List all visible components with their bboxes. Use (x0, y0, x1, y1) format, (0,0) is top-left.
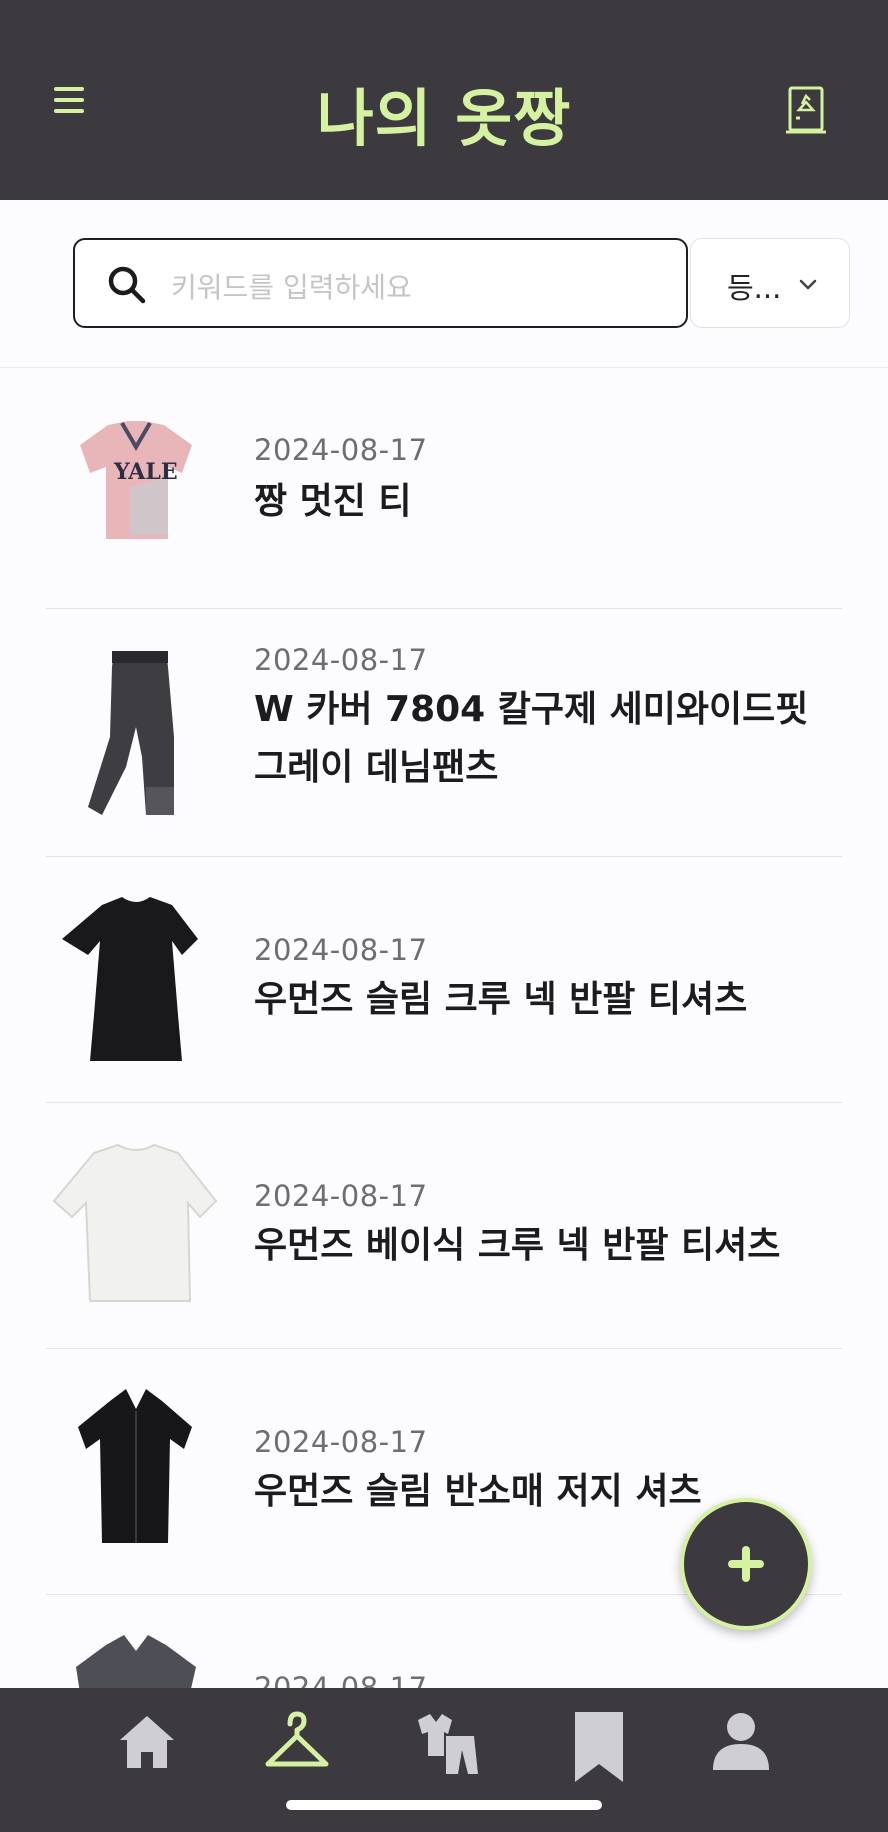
page-title: 나의 옷짱 (316, 82, 572, 155)
home-indicator (286, 1800, 602, 1810)
item-date: 2024-08-17 (254, 1179, 428, 1213)
item-date: 2024-08-17 (254, 1425, 428, 1459)
item-date: 2024-08-17 (254, 933, 428, 967)
profile-icon (713, 1713, 769, 1770)
clothing-thumbnail (50, 647, 222, 819)
bottom-tab-bar (0, 1688, 888, 1832)
bookmark-icon (575, 1712, 623, 1782)
clothing-thumbnail (50, 1141, 222, 1309)
list-item[interactable]: 2024-08-17 우먼즈 베이식 크루 넥 반팔 티셔츠 (46, 1103, 842, 1349)
sort-dropdown[interactable]: 등... (690, 238, 850, 328)
tab-profile[interactable] (686, 1710, 796, 1796)
item-name: 우먼즈 베이식 크루 넥 반팔 티셔츠 (254, 1225, 781, 1266)
closet-door-icon[interactable] (784, 84, 830, 136)
home-icon (120, 1716, 174, 1768)
clothing-thumbnail (50, 1633, 222, 1693)
item-date: 2024-08-17 (254, 433, 428, 467)
search-placeholder: 키워드를 입력하세요 (171, 271, 412, 304)
item-name: W 카버 7804 칼구제 세미와이드핏 그레이 데님팬츠 (254, 689, 809, 788)
tab-outfit[interactable] (392, 1710, 502, 1796)
list-item[interactable]: YALE 2024-08-17 짱 멋진 티 (46, 369, 842, 609)
plus-icon (728, 1546, 764, 1582)
tab-bookmark[interactable] (544, 1710, 654, 1796)
svg-text:YALE: YALE (113, 459, 178, 485)
clothing-thumbnail (50, 895, 222, 1065)
app-header: 나의 옷짱 (0, 0, 888, 200)
outfit-icon (418, 1714, 478, 1774)
clothing-thumbnail (50, 1387, 222, 1549)
search-icon (105, 263, 149, 307)
add-clothing-button[interactable] (680, 1498, 812, 1630)
item-name: 우먼즈 슬림 크루 넥 반팔 티셔츠 (254, 979, 748, 1020)
list-item[interactable]: 2024-08-17 W 카버 7804 칼구제 세미와이드핏 그레이 데님팬츠 (46, 609, 842, 857)
chevron-down-icon (797, 273, 819, 295)
tab-home[interactable] (92, 1710, 202, 1796)
list-item[interactable]: 2024-08-17 우먼즈 슬림 크루 넥 반팔 티셔츠 (46, 857, 842, 1103)
search-bar-row: 키워드를 입력하세요 등... (0, 200, 888, 368)
tab-closet[interactable] (242, 1710, 352, 1796)
clothing-thumbnail: YALE (50, 417, 222, 545)
item-name: 짱 멋진 티 (254, 481, 412, 522)
sort-selected-value: 등... (727, 271, 782, 305)
search-input[interactable]: 키워드를 입력하세요 (73, 238, 688, 328)
hanger-icon (265, 1711, 329, 1767)
item-date: 2024-08-17 (254, 643, 428, 677)
